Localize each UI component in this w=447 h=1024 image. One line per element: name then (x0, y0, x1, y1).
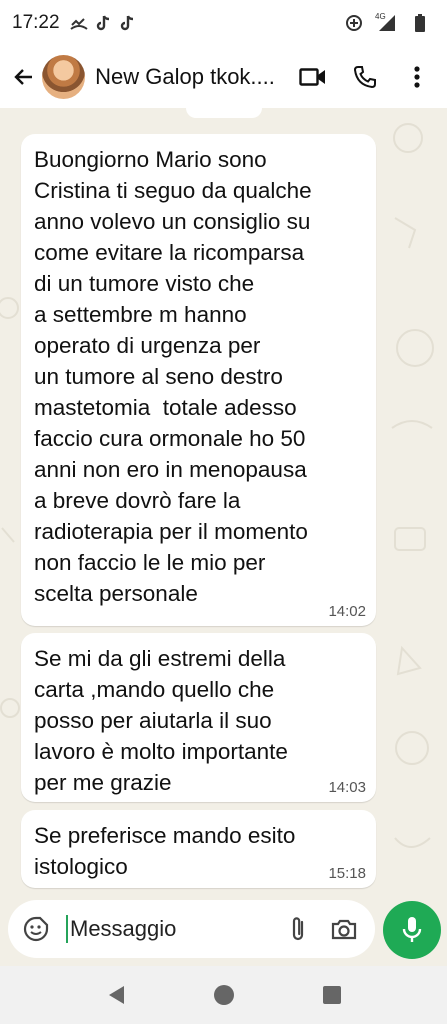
message-text: Buongiorno Mario sono Cristina ti seguo … (34, 147, 312, 606)
attach-icon[interactable] (278, 909, 318, 949)
message-bubble[interactable]: Se preferisce mando esito istologico 15:… (21, 810, 376, 888)
message-input[interactable] (66, 915, 272, 943)
chat-area[interactable]: Buongiorno Mario sono Cristina ti seguo … (0, 108, 447, 898)
signal-4g-icon: 4G (375, 12, 399, 32)
message-time: 14:03 (328, 779, 366, 796)
tiktok-icon (118, 14, 136, 32)
chat-header: New Galop tkok.... (0, 46, 447, 108)
header-actions (283, 55, 439, 99)
contact-name[interactable]: New Galop tkok.... (95, 64, 283, 90)
message-time: 14:02 (328, 603, 366, 620)
status-right-group: 4G (345, 12, 435, 32)
message-bubble[interactable]: Buongiorno Mario sono Cristina ti seguo … (21, 134, 376, 626)
missed-call-icon (69, 14, 88, 32)
sticker-icon[interactable] (18, 911, 54, 947)
network-label: 4G (375, 12, 386, 21)
mic-button[interactable] (383, 901, 441, 959)
status-time: 17:22 (12, 12, 60, 33)
nav-back-icon[interactable] (102, 981, 130, 1009)
nav-home-icon[interactable] (210, 981, 238, 1009)
data-saver-icon (345, 14, 363, 32)
back-arrow-icon[interactable] (8, 61, 40, 93)
video-call-icon[interactable] (291, 55, 335, 99)
phone-icon[interactable] (343, 55, 387, 99)
message-text: Se preferisce mando esito istologico (34, 823, 296, 879)
message-time: 15:18 (328, 865, 366, 882)
system-nav-bar (0, 966, 447, 1024)
camera-icon[interactable] (324, 909, 364, 949)
tiktok-icon (94, 14, 112, 32)
message-bubble[interactable]: Se mi da gli estremi della carta ,mando … (21, 633, 376, 802)
nav-recents-icon[interactable] (318, 981, 346, 1009)
more-vert-icon[interactable] (395, 55, 439, 99)
previous-message-edge (186, 108, 262, 118)
status-bar: 17:22 4G (0, 0, 447, 46)
avatar[interactable] (41, 55, 86, 99)
mic-icon (402, 917, 422, 942)
message-text: Se mi da gli estremi della carta ,mando … (34, 646, 288, 795)
composer (8, 900, 375, 958)
battery-icon (411, 14, 429, 32)
